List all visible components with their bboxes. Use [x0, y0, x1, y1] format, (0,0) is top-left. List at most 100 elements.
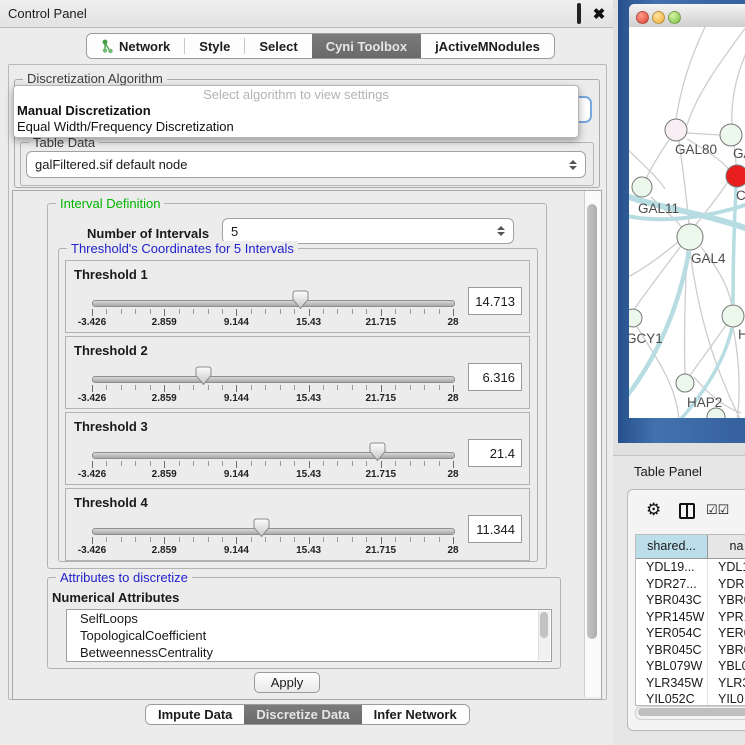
tab-style[interactable]: Style: [185, 34, 244, 58]
threshold-value-field[interactable]: 6.316: [468, 363, 522, 391]
combo-arrows-icon: [569, 160, 577, 170]
popup-item-manual[interactable]: Manual Discretization: [14, 103, 578, 119]
network-edge[interactable]: [633, 246, 681, 311]
table-row[interactable]: YIL052CYIL0: [636, 691, 745, 706]
threshold-slider-thumb[interactable]: [253, 518, 270, 538]
network-edge[interactable]: [689, 325, 726, 377]
float-window-icon[interactable]: [572, 7, 586, 21]
network-node-gal4[interactable]: [677, 224, 703, 250]
table-cell: YER054C: [636, 625, 708, 642]
popup-item-equal-width[interactable]: Equal Width/Frequency Discretization: [14, 119, 578, 135]
tab-impute-data[interactable]: Impute Data: [146, 705, 244, 724]
threshold-slider-track[interactable]: [92, 300, 455, 307]
tick-label: 15.43: [296, 545, 321, 556]
network-node-label: GAL80: [675, 142, 717, 157]
network-node-h[interactable]: [722, 305, 744, 327]
threshold-slider-track[interactable]: [92, 452, 455, 459]
threshold-row-1: Threshold 1-3.4262.8599.14415.4321.71528…: [65, 260, 530, 333]
table-row[interactable]: YDR27...YDR2: [636, 576, 745, 593]
spinner-arrows-icon: [497, 226, 505, 236]
tab-discretize-data[interactable]: Discretize Data: [244, 705, 361, 724]
attribute-list-item[interactable]: TopologicalCoefficient: [67, 627, 551, 644]
tick-label: 21.715: [366, 317, 397, 328]
table-data-combobox[interactable]: galFiltered.sif default node: [26, 151, 586, 178]
threshold-value-field[interactable]: 21.4: [468, 439, 522, 467]
tick-label: -3.426: [78, 469, 106, 480]
table-data-value: galFiltered.sif default node: [35, 157, 187, 172]
attributes-group: Attributes to discretize Numerical Attri…: [47, 577, 561, 669]
numerical-attributes-list[interactable]: SelfLoopsTopologicalCoefficientBetweenne…: [66, 609, 552, 662]
control-panel: Control Panel ✖ Network Style Select Cyn…: [0, 0, 613, 745]
table-row[interactable]: YLR345WYLR3: [636, 675, 745, 692]
table-hscrollbar[interactable]: [635, 706, 745, 720]
num-intervals-label: Number of Intervals: [87, 226, 209, 241]
apply-button[interactable]: Apply: [254, 672, 320, 693]
tick-label: 21.715: [366, 469, 397, 480]
tab-infer-network[interactable]: Infer Network: [362, 705, 469, 724]
column-split-icon[interactable]: [679, 503, 695, 519]
close-traffic-light[interactable]: [636, 11, 649, 24]
tick-label: 9.144: [224, 469, 249, 480]
threshold-value-field[interactable]: 14.713: [468, 287, 522, 315]
checkbox-icon[interactable]: ☑☑: [706, 502, 729, 518]
network-node-ga[interactable]: [720, 124, 742, 146]
threshold-slider-track[interactable]: [92, 376, 455, 383]
table-column-header[interactable]: shared...: [636, 535, 708, 558]
table-panel-body: ⚙ ☑☑ shared...na YDL19...YDL1YDR27...YDR…: [627, 489, 745, 731]
threshold-label: Threshold 4: [74, 495, 148, 510]
network-edge[interactable]: [687, 27, 745, 125]
table-row[interactable]: YER054CYER0: [636, 625, 745, 642]
threshold-slider-thumb[interactable]: [292, 290, 309, 310]
tick-label: 9.144: [224, 317, 249, 328]
network-canvas[interactable]: GAL80GACGAL11GAL4GCY1HHAP2: [629, 27, 745, 418]
tick-label: 28: [447, 393, 458, 404]
network-node-gal80[interactable]: [665, 119, 687, 141]
table-cell: YPR1: [708, 609, 745, 626]
attribute-list-item[interactable]: BetweennessCentrality: [67, 644, 551, 661]
network-edge[interactable]: [732, 47, 745, 124]
tick-label: 2.859: [152, 317, 177, 328]
tick-label: 9.144: [224, 393, 249, 404]
network-graph: GAL80GACGAL11GAL4GCY1HHAP2: [629, 27, 745, 418]
threshold-value-field[interactable]: 11.344: [468, 515, 522, 543]
table-cell: YIL0: [708, 691, 745, 706]
table-row[interactable]: YPR145WYPR1: [636, 609, 745, 626]
table-cell: YBR0: [708, 592, 745, 609]
network-edge[interactable]: [676, 27, 707, 119]
interval-definition-group: Interval Definition Number of Intervals …: [47, 203, 547, 569]
table-row[interactable]: YBL079WYBL0: [636, 658, 745, 675]
network-node-hap2[interactable]: [676, 374, 694, 392]
table-row[interactable]: YBR043CYBR0: [636, 592, 745, 609]
table-row[interactable]: YBR045CYBR0: [636, 642, 745, 659]
gear-icon[interactable]: ⚙: [646, 500, 661, 520]
close-icon[interactable]: ✖: [592, 8, 606, 22]
attribute-list-item[interactable]: SelfLoops: [67, 610, 551, 627]
threshold-label: Threshold 2: [74, 343, 148, 358]
table-row[interactable]: YDL19...YDL1: [636, 559, 745, 576]
zoom-traffic-light[interactable]: [668, 11, 681, 24]
network-node-gcy1[interactable]: [629, 309, 642, 327]
network-edge[interactable]: [687, 133, 721, 135]
threshold-row-3: Threshold 3-3.4262.8599.14415.4321.71528…: [65, 412, 530, 485]
settings-scrollbar[interactable]: [584, 191, 601, 697]
threshold-slider-thumb[interactable]: [195, 366, 212, 386]
tick-label: 2.859: [152, 393, 177, 404]
table-column-header[interactable]: na: [708, 535, 745, 558]
table-cell: YBL0: [708, 658, 745, 675]
minimize-traffic-light[interactable]: [652, 11, 665, 24]
threshold-slider-track[interactable]: [92, 528, 455, 535]
tab-network[interactable]: Network: [87, 34, 184, 58]
threshold-slider-thumb[interactable]: [369, 442, 386, 462]
network-node-gal11[interactable]: [632, 177, 652, 197]
network-node-label: GAL4: [691, 251, 726, 266]
tab-cyni-toolbox[interactable]: Cyni Toolbox: [312, 34, 421, 58]
network-edge[interactable]: [646, 140, 669, 179]
network-edge-highlighted[interactable]: [733, 187, 736, 304]
node-table[interactable]: shared...na YDL19...YDL1YDR27...YDR2YBR0…: [635, 534, 745, 706]
attributes-group-title: Attributes to discretize: [56, 570, 192, 585]
tab-select[interactable]: Select: [245, 34, 311, 58]
network-node-c[interactable]: [726, 165, 745, 187]
list-scrollbar[interactable]: [538, 611, 550, 660]
threshold-label: Threshold 3: [74, 419, 148, 434]
tab-jactivemnodules[interactable]: jActiveMNodules: [421, 34, 554, 58]
